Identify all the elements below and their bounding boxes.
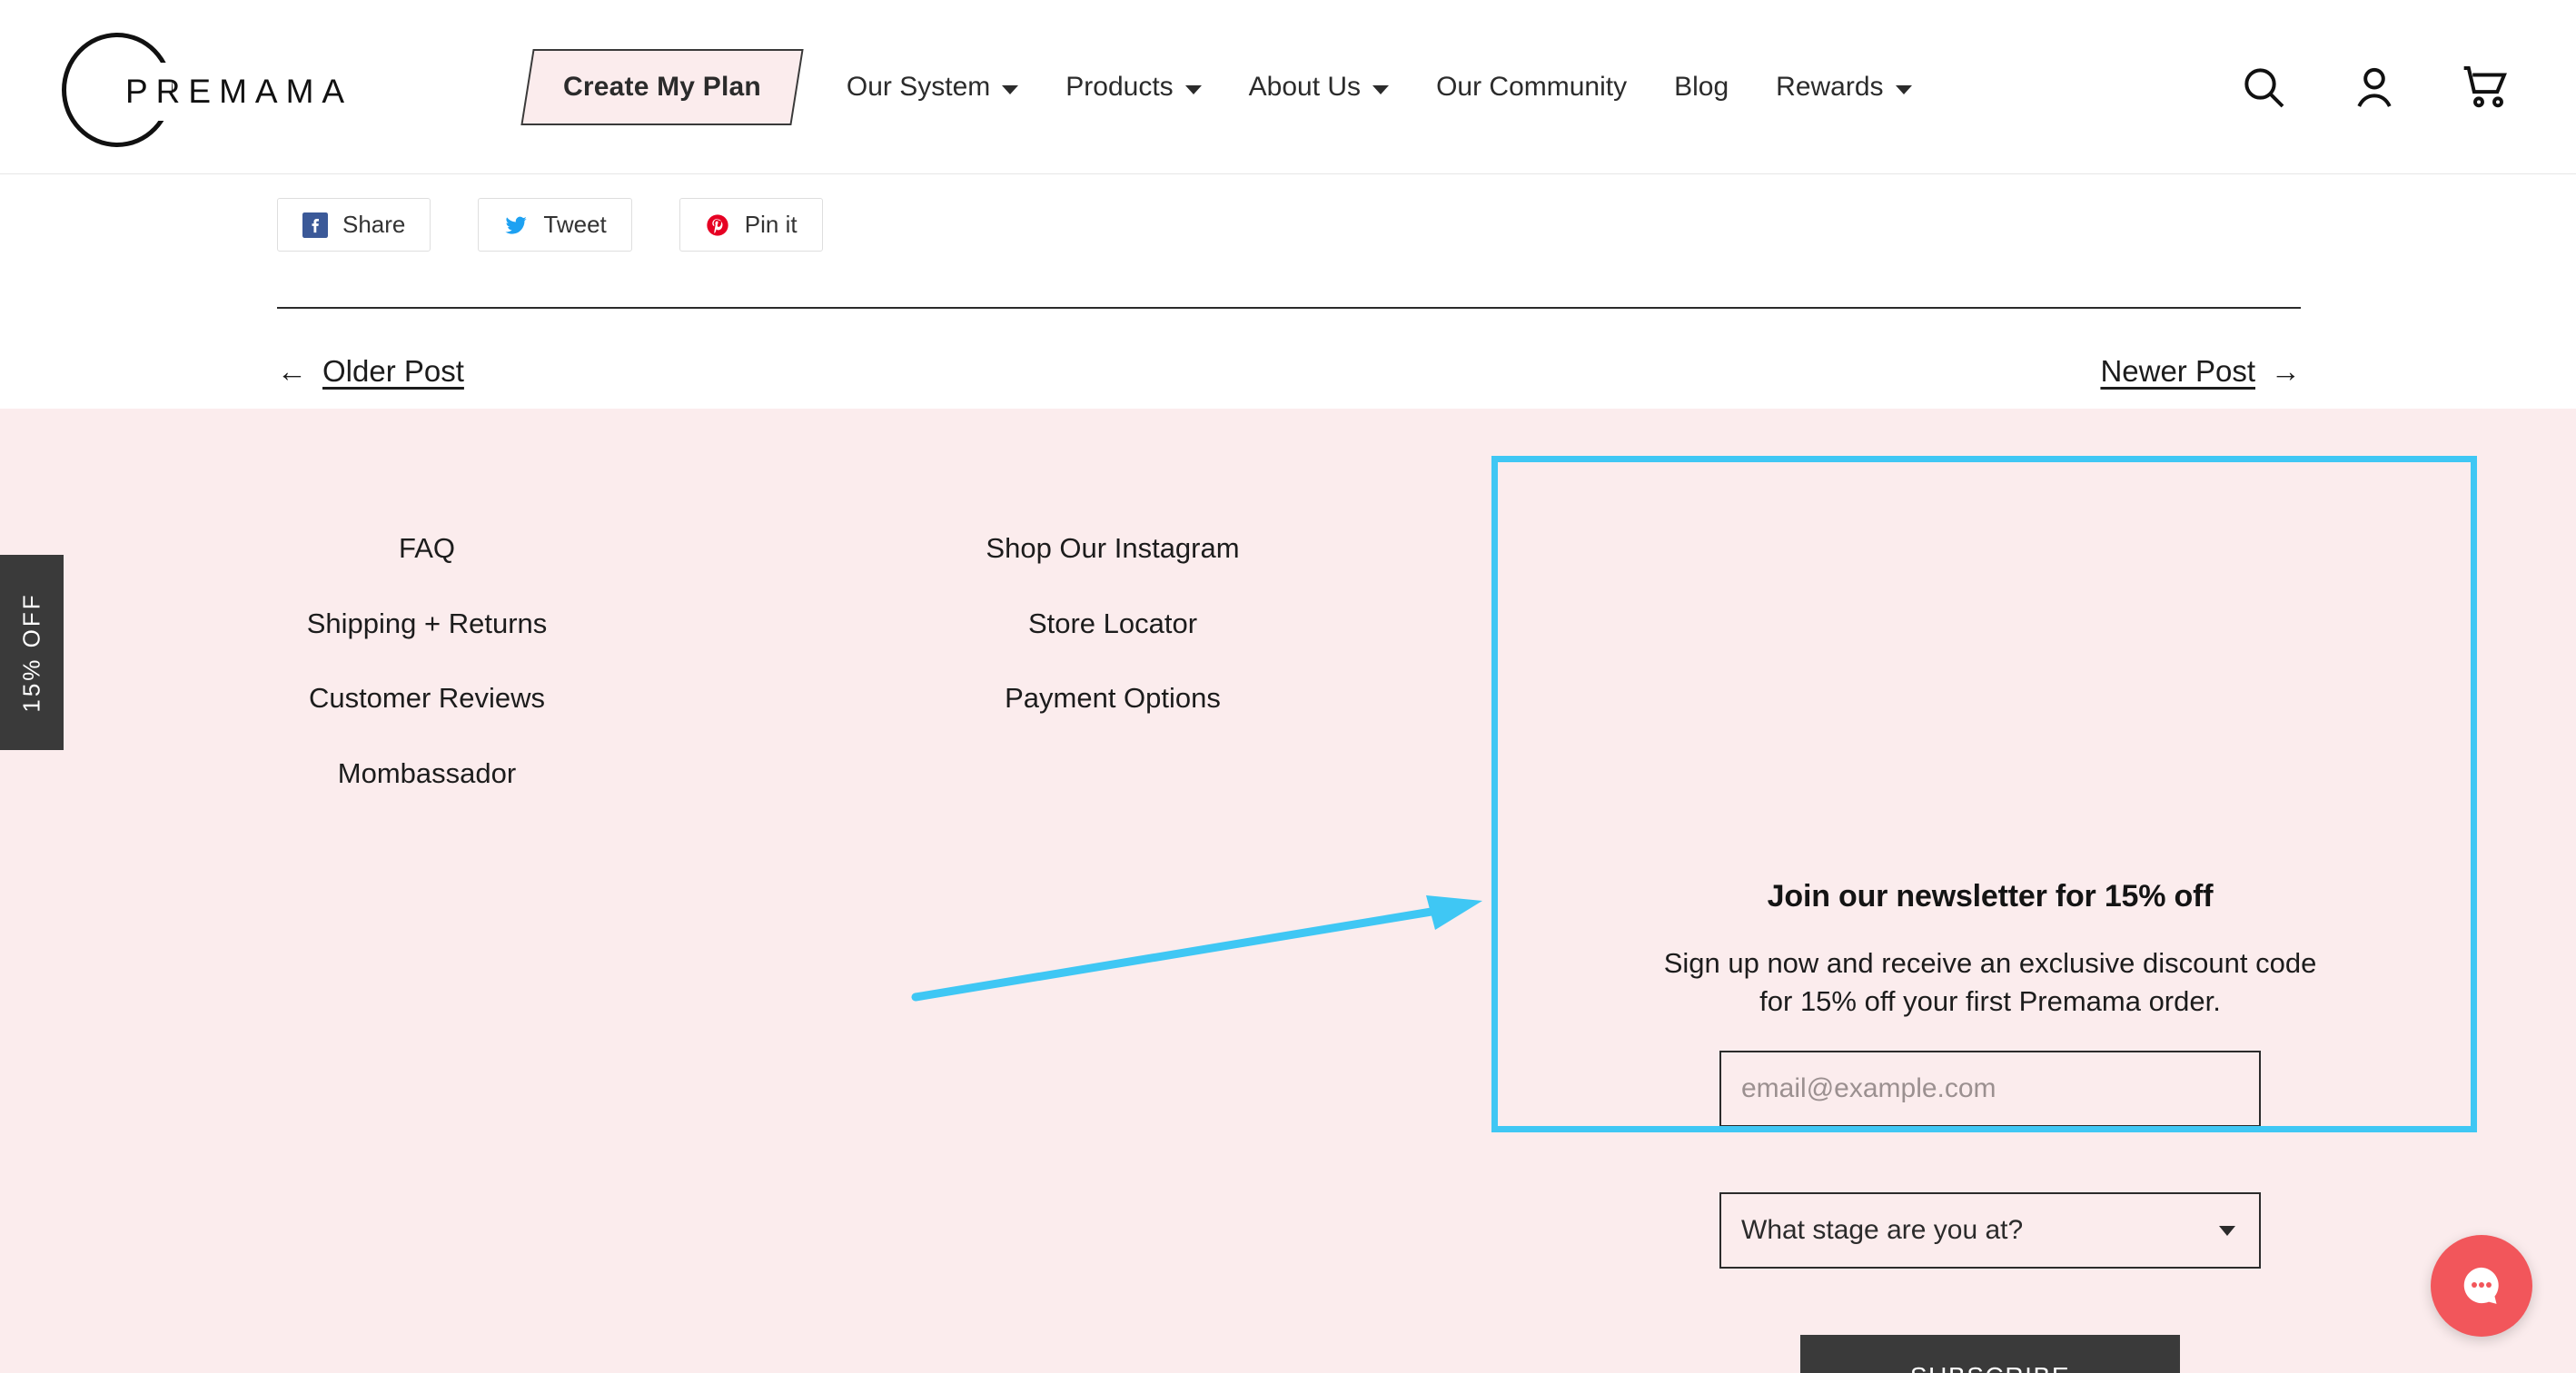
nav-item-about-us[interactable]: About Us [1225,0,1412,174]
footer-link-customer-reviews[interactable]: Customer Reviews [154,684,699,714]
newsletter-subtitle-line2: for 15% off your first Premama order. [1759,985,2221,1018]
share-label: Tweet [543,211,607,238]
newsletter-stage-select-wrap: What stage are you at? [1719,1191,2261,1269]
create-my-plan-label: Create My Plan [563,72,761,102]
footer-link-mombassador[interactable]: Mombassador [154,758,699,789]
arrow-left-icon: ← [277,354,307,388]
chevron-down-icon [1184,84,1202,94]
share-pinterest-button[interactable]: Pin it [679,198,823,252]
nav-label: Our System [846,72,991,102]
content-divider [277,307,2301,309]
nav-label: Products [1065,72,1174,102]
newsletter-stage-select[interactable]: What stage are you at? [1719,1191,2261,1269]
footer-column-support: FAQ Shipping + Returns Customer Reviews … [154,533,699,789]
page-root: PREMAMA Create My Plan Our System Produc… [0,0,2576,1373]
nav-item-our-community[interactable]: Our Community [1412,0,1650,174]
discount-side-tab[interactable]: 15% OFF [0,555,64,750]
discount-side-tab-label: 15% OFF [17,592,45,713]
footer-link-faq[interactable]: FAQ [154,533,699,564]
chevron-down-icon [1002,84,1019,94]
newsletter-subtitle-line1: Sign up now and receive an exclusive dis… [1663,947,2317,979]
nav-label: Blog [1674,72,1729,102]
share-label: Share [342,211,406,238]
search-icon[interactable] [2238,62,2289,113]
older-post-link[interactable]: ← Older Post [277,354,464,389]
chevron-down-icon [1372,84,1390,94]
nav-label: About Us [1248,72,1362,102]
newsletter-title: Join our newsletter for 15% off [1767,879,2214,914]
main-navigation: Create My Plan Our System Products About… [520,0,1936,174]
chat-bubble-icon [2463,1267,2499,1304]
share-facebook-button[interactable]: Share [277,198,431,252]
nav-label: Our Community [1436,72,1628,102]
create-my-plan-button[interactable]: Create My Plan [520,49,804,125]
newsletter-signup: Join our newsletter for 15% off Sign up … [1500,879,2481,1373]
footer-link-payment-options[interactable]: Payment Options [840,684,1385,714]
premama-logo[interactable]: PREMAMA [62,25,362,153]
site-header: PREMAMA Create My Plan Our System Produc… [0,0,2576,174]
site-footer: FAQ Shipping + Returns Customer Reviews … [0,409,2576,1373]
post-navigation: ← Older Post Newer Post → [277,354,2301,389]
footer-link-shop-our-instagram[interactable]: Shop Our Instagram [840,533,1385,564]
nav-item-rewards[interactable]: Rewards [1752,0,1935,174]
nav-item-products[interactable]: Products [1042,0,1224,174]
chat-widget-button[interactable] [2431,1235,2532,1337]
twitter-icon [505,216,528,234]
newsletter-subtitle: Sign up now and receive an exclusive dis… [1500,944,2481,1022]
cart-icon[interactable] [2460,62,2511,113]
newsletter-email-input[interactable] [1719,1050,2261,1127]
account-icon[interactable] [2349,62,2400,113]
newer-post-label: Newer Post [2100,354,2255,388]
footer-column-shop: Shop Our Instagram Store Locator Payment… [840,533,1385,714]
arrow-right-icon: → [2271,354,2301,388]
chevron-down-icon [2219,1225,2235,1236]
share-twitter-button[interactable]: Tweet [478,198,632,252]
older-post-label: Older Post [322,354,464,388]
facebook-icon [302,212,328,238]
chevron-down-icon [1895,84,1912,94]
header-icon-group [2238,0,2511,174]
newsletter-stage-selected-label: What stage are you at? [1741,1214,2024,1245]
newer-post-link[interactable]: Newer Post → [2100,354,2301,389]
footer-link-shipping-returns[interactable]: Shipping + Returns [154,608,699,639]
footer-link-store-locator[interactable]: Store Locator [840,608,1385,639]
nav-item-our-system[interactable]: Our System [823,0,1042,174]
nav-label: Rewards [1776,72,1884,102]
logo-wordmark: PREMAMA [125,73,353,110]
nav-item-blog[interactable]: Blog [1650,0,1752,174]
pinterest-icon [707,213,728,236]
newsletter-subscribe-button[interactable]: SUBSCRIBE [1800,1334,2180,1373]
share-label: Pin it [744,211,798,238]
social-share-bar: Share Tweet Pin it [277,198,823,252]
